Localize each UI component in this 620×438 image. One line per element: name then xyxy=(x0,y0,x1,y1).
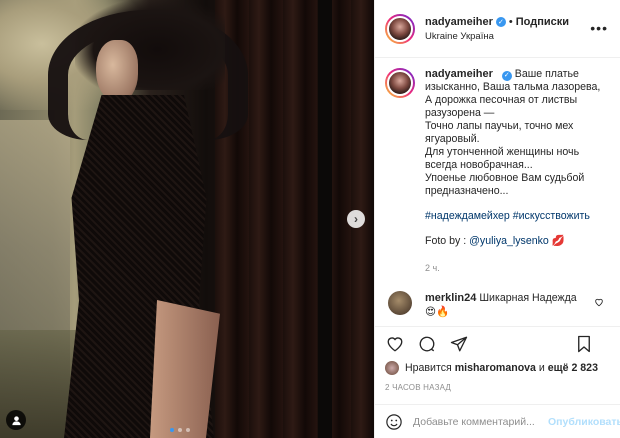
caption-age[interactable]: 2 ч. xyxy=(425,262,610,275)
liker-username[interactable]: misharomanova xyxy=(455,362,536,374)
comments-section[interactable]: nadyameiher ✓ Ваше платье изысканно, Ваш… xyxy=(375,58,620,328)
likes-prefix: Нравится xyxy=(405,362,452,374)
commenter-username[interactable]: merklin24 xyxy=(425,292,476,304)
verified-badge-icon: ✓ xyxy=(501,70,512,81)
next-photo-button[interactable]: › xyxy=(347,210,365,228)
comment-bubble-icon[interactable] xyxy=(417,334,437,354)
post-side-panel: nadyameiher ✓ • Подписки Ukraine Україна… xyxy=(374,0,620,438)
like-heart-icon[interactable] xyxy=(385,334,405,354)
comment-input[interactable] xyxy=(413,415,548,428)
credit-handle-link[interactable]: @yuliya_lysenko xyxy=(469,235,549,247)
post-actions: Нравится misharomanova и ещё 2 823 2 ЧАС… xyxy=(375,326,620,404)
post-photo[interactable] xyxy=(0,0,374,438)
comment-emoji: 😍🔥 xyxy=(425,306,450,318)
comment-text: Шикарная Надежда xyxy=(479,292,577,304)
likes-others-count[interactable]: ещё 2 823 xyxy=(548,362,598,374)
lips-emoji: 💋 xyxy=(551,235,565,247)
tagged-users-icon[interactable] xyxy=(6,410,26,430)
bookmark-icon[interactable] xyxy=(574,334,594,354)
post-location[interactable]: Ukraine Україна xyxy=(425,31,569,42)
post-header: nadyameiher ✓ • Подписки Ukraine Україна… xyxy=(375,0,620,58)
following-button[interactable]: Подписки xyxy=(516,16,569,28)
share-paper-plane-icon[interactable] xyxy=(449,334,469,354)
credit-prefix: Foto by : xyxy=(425,235,470,247)
photo-face xyxy=(96,40,138,102)
author-avatar[interactable] xyxy=(385,13,415,44)
author-username[interactable]: nadyameiher xyxy=(425,16,493,28)
more-dots-icon[interactable]: ••• xyxy=(590,20,608,36)
verified-badge-icon: ✓ xyxy=(495,16,506,27)
carousel-dot xyxy=(178,428,182,432)
comment-item: merklin24 Шикарная Надежда 😍🔥 xyxy=(385,291,610,319)
user-icon xyxy=(11,415,21,425)
photo-credit: Foto by : @yuliya_lysenko 💋 xyxy=(425,235,610,248)
like-comment-heart-icon[interactable] xyxy=(594,297,604,307)
photo-pole xyxy=(318,0,332,438)
commenter-avatar[interactable] xyxy=(388,291,412,315)
add-comment-bar: Опубликовать xyxy=(375,404,620,438)
caption-first-line: Ваше платье xyxy=(514,68,579,80)
publish-button[interactable]: Опубликовать xyxy=(548,416,620,428)
emoji-smiley-icon[interactable] xyxy=(385,412,403,432)
carousel-dot xyxy=(186,428,190,432)
caption-hashtags[interactable]: #надеждамейхер #искусствожить xyxy=(425,210,610,223)
liker-avatar xyxy=(385,361,399,375)
likes-middle: и xyxy=(538,362,545,374)
carousel-indicator xyxy=(170,428,190,432)
post-caption: nadyameiher ✓ Ваше платье изысканно, Ваш… xyxy=(385,68,610,275)
post-timestamp[interactable]: 2 ЧАСОВ НАЗАД xyxy=(385,383,610,392)
carousel-dot xyxy=(170,428,174,432)
separator: • xyxy=(508,15,513,28)
caption-body: изысканно, Ваша тальма лазорева, А дорож… xyxy=(425,81,601,197)
caption-username[interactable]: nadyameiher xyxy=(425,68,493,80)
caption-avatar[interactable] xyxy=(385,68,415,98)
likes-summary[interactable]: Нравится misharomanova и ещё 2 823 xyxy=(385,361,610,375)
